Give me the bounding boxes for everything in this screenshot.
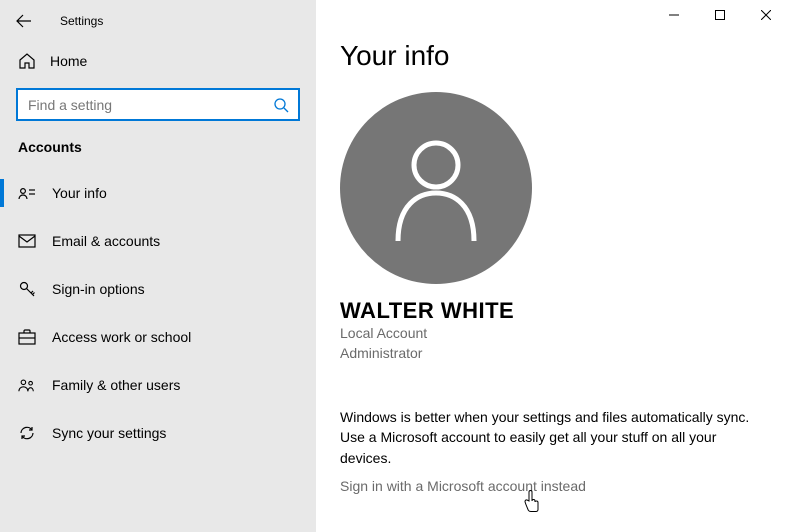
- maximize-button[interactable]: [697, 0, 743, 30]
- nav-home[interactable]: Home: [0, 42, 316, 80]
- close-button[interactable]: [743, 0, 789, 30]
- maximize-icon: [715, 10, 725, 20]
- nav-item-label: Your info: [52, 185, 107, 201]
- minimize-icon: [669, 10, 679, 20]
- promo-line1: Windows is better when your settings and…: [340, 409, 749, 425]
- nav-item-label: Family & other users: [52, 377, 180, 393]
- nav-item-access-work-school[interactable]: Access work or school: [0, 313, 316, 361]
- minimize-button[interactable]: [651, 0, 697, 30]
- home-icon: [18, 52, 36, 70]
- nav-home-label: Home: [50, 53, 87, 69]
- nav-item-your-info[interactable]: Your info: [0, 169, 316, 217]
- people-icon: [18, 376, 36, 394]
- sidebar: Settings Home Accounts Your info Email &…: [0, 0, 316, 532]
- search-icon: [272, 96, 290, 114]
- close-icon: [761, 10, 771, 20]
- titlebar-left: Settings: [0, 0, 316, 42]
- promo-line2: Use a Microsoft account to easily get al…: [340, 429, 716, 465]
- user-name: WALTER WHITE: [340, 298, 765, 324]
- section-title: Accounts: [0, 135, 316, 169]
- signin-microsoft-link[interactable]: Sign in with a Microsoft account instead: [340, 478, 586, 494]
- nav-item-label: Email & accounts: [52, 233, 160, 249]
- nav-item-family-users[interactable]: Family & other users: [0, 361, 316, 409]
- person-card-icon: [18, 184, 36, 202]
- mail-icon: [18, 232, 36, 250]
- nav-item-label: Sync your settings: [52, 425, 166, 441]
- main-content: Your info WALTER WHITE Local Account Adm…: [316, 0, 789, 532]
- page-title: Your info: [340, 40, 765, 72]
- briefcase-icon: [18, 328, 36, 346]
- nav-item-label: Access work or school: [52, 329, 191, 345]
- sync-icon: [18, 424, 36, 442]
- nav-item-email-accounts[interactable]: Email & accounts: [0, 217, 316, 265]
- account-type: Local Account: [340, 324, 765, 344]
- back-button[interactable]: [12, 9, 36, 33]
- promo-text: Windows is better when your settings and…: [340, 407, 765, 468]
- window-controls: [651, 0, 789, 30]
- window-title: Settings: [60, 14, 103, 28]
- back-arrow-icon: [16, 13, 32, 29]
- nav-item-label: Sign-in options: [52, 281, 145, 297]
- search-input[interactable]: [26, 96, 272, 114]
- account-role: Administrator: [340, 344, 765, 364]
- person-icon: [386, 133, 486, 243]
- key-icon: [18, 280, 36, 298]
- nav-item-signin-options[interactable]: Sign-in options: [0, 265, 316, 313]
- search-box[interactable]: [16, 88, 300, 121]
- avatar: [340, 92, 532, 284]
- nav-item-sync-settings[interactable]: Sync your settings: [0, 409, 316, 457]
